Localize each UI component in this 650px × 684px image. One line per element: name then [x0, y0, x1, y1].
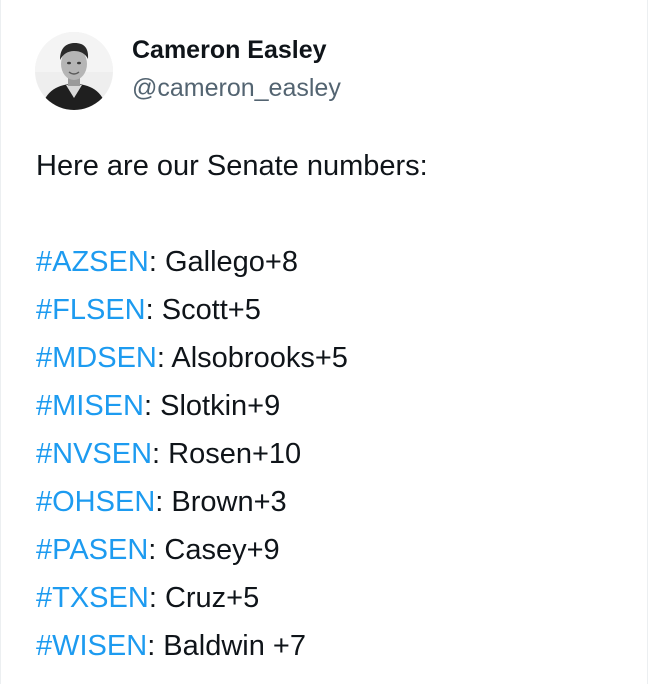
hashtag-link[interactable]: #TXSEN	[36, 582, 149, 614]
race-margin: : Baldwin +7	[147, 630, 306, 662]
race-margin: : Gallego+8	[148, 246, 298, 278]
hashtag-link[interactable]: #MISEN	[36, 390, 144, 422]
senate-line: #NVSEN: Rosen+10	[36, 430, 428, 478]
author-names: Cameron Easley @cameron_easley	[132, 36, 341, 104]
hashtag-link[interactable]: #NVSEN	[36, 438, 152, 470]
avatar-portrait-icon	[35, 32, 113, 110]
race-margin: : Slotkin+9	[143, 390, 281, 422]
author-display-name[interactable]: Cameron Easley	[132, 34, 341, 66]
hashtag-link[interactable]: #AZSEN	[36, 246, 149, 278]
race-margin: : Cruz+5	[148, 582, 260, 614]
race-margin: : Casey+9	[148, 534, 280, 566]
tweet-card: Cameron Easley @cameron_easley Here are …	[0, 0, 648, 684]
hashtag-link[interactable]: #MDSEN	[36, 342, 157, 374]
senate-line: #AZSEN: Gallego+8	[36, 238, 428, 286]
senate-line: #FLSEN: Scott+5	[36, 286, 428, 334]
author-handle[interactable]: @cameron_easley	[132, 72, 341, 104]
hashtag-link[interactable]: #WISEN	[36, 630, 147, 662]
tweet-header: Cameron Easley @cameron_easley	[35, 32, 341, 110]
hashtag-link[interactable]: #FLSEN	[36, 294, 146, 326]
senate-line: #WISEN: Baldwin +7	[36, 622, 428, 670]
hashtag-link[interactable]: #PASEN	[36, 534, 148, 566]
tweet-text: Here are our Senate numbers: #AZSEN: Gal…	[36, 142, 428, 670]
senate-line: #PASEN: Casey+9	[36, 526, 428, 574]
tweet-intro: Here are our Senate numbers:	[36, 150, 428, 182]
senate-lines: #AZSEN: Gallego+8 #FLSEN: Scott+5 #MDSEN: …	[36, 238, 428, 670]
senate-line: #OHSEN: Brown+3	[36, 478, 428, 526]
senate-line: #MDSEN: Alsobrooks+5	[36, 334, 428, 382]
avatar[interactable]	[35, 32, 113, 110]
senate-line: #TXSEN: Cruz+5	[36, 574, 428, 622]
senate-line: #MISEN: Slotkin+9	[36, 382, 428, 430]
hashtag-link[interactable]: #OHSEN	[36, 486, 155, 518]
race-margin: : Brown+3	[155, 486, 287, 518]
race-margin: : Rosen+10	[152, 438, 302, 470]
race-margin: : Alsobrooks+5	[156, 342, 348, 374]
race-margin: : Scott+5	[145, 294, 261, 326]
